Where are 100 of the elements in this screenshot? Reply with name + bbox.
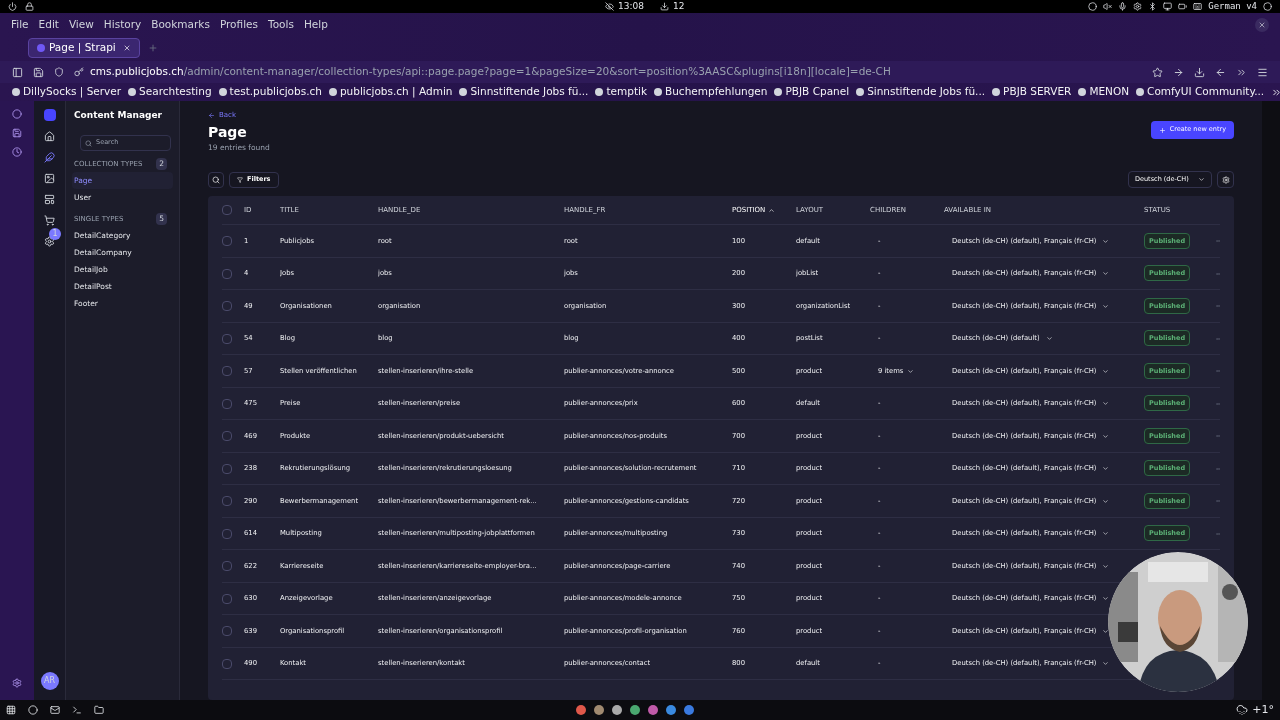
dropdown-icon [1045, 335, 1053, 342]
panel-icon [12, 128, 22, 138]
row-checkbox[interactable] [222, 333, 232, 344]
feather-icon [44, 152, 55, 163]
new-tab-icon [148, 43, 158, 53]
weather-temperature: +1° [1252, 701, 1274, 718]
bookmark[interactable]: test.publicjobs.ch [218, 84, 322, 100]
keyboard-icon [1193, 2, 1203, 11]
terminal-icon [72, 705, 82, 715]
notification-badge: 1 [49, 228, 61, 240]
menu-item[interactable]: History [103, 17, 142, 33]
dropdown-icon [907, 367, 915, 375]
dropdown-icon [1102, 270, 1110, 277]
layout-icon [44, 194, 55, 205]
menu-item[interactable]: File [11, 17, 29, 33]
row-checkbox[interactable] [222, 528, 232, 539]
bookmark[interactable]: Buchempfehlungen [654, 84, 768, 100]
menu-item[interactable]: Profiles [219, 17, 258, 33]
close-tab-icon [123, 44, 131, 52]
bookmark[interactable]: ComfyUI Community... [1136, 84, 1265, 100]
row-checkbox[interactable] [222, 658, 232, 669]
media-icon [44, 173, 55, 184]
mail-icon [50, 705, 60, 715]
dropdown-icon [1102, 400, 1110, 407]
close-window-button[interactable] [1255, 18, 1269, 32]
eye-icon [605, 2, 614, 11]
panel-title: Content Manager [73, 109, 163, 122]
row-checkbox[interactable] [222, 398, 232, 409]
mute-icon [1103, 2, 1113, 11]
back-arrow-icon [208, 111, 215, 119]
apps-icon [6, 705, 16, 715]
settings-icon [1221, 175, 1230, 184]
row-checkbox[interactable] [222, 561, 232, 571]
download-icon [659, 2, 669, 11]
row-checkbox[interactable] [222, 463, 232, 474]
power-icon [8, 2, 17, 11]
keyboard-layout: German v4 [1208, 0, 1257, 13]
dropdown-icon [1102, 660, 1110, 667]
select-all-checkbox[interactable] [222, 205, 232, 216]
bluetooth-icon [1148, 2, 1158, 11]
downloads-icon [1194, 66, 1205, 78]
bookmark[interactable]: publicjobs.ch | Admin [328, 84, 453, 100]
monitor-icon [1163, 2, 1173, 11]
row-checkbox[interactable] [222, 236, 232, 246]
battery-icon [1178, 2, 1188, 11]
row-checkbox[interactable] [222, 431, 232, 441]
row-checkbox[interactable] [222, 268, 232, 279]
dropdown-icon [1102, 302, 1110, 310]
row-checkbox[interactable] [222, 626, 232, 636]
row-checkbox[interactable] [222, 593, 232, 604]
dropdown-icon [1102, 367, 1110, 375]
search-button[interactable] [208, 171, 224, 188]
page-title: Page [208, 125, 248, 139]
chevron-icon [1198, 176, 1205, 184]
bookmark[interactable]: MENON [1078, 84, 1130, 100]
settings-icon [1133, 2, 1143, 11]
bookmark[interactable]: Sinnstiftende Jobs fü... [459, 84, 589, 100]
weather-icon [1236, 704, 1249, 716]
key-icon [74, 67, 84, 77]
strapi-logo-icon[interactable] [43, 109, 56, 121]
settings-button[interactable] [1217, 171, 1234, 189]
row-checkbox[interactable] [222, 301, 232, 311]
menu-item[interactable]: Tools [268, 17, 294, 33]
bookmark[interactable]: PBJB SERVER [992, 84, 1072, 100]
mic-icon [1118, 2, 1128, 11]
row-checkbox[interactable] [222, 366, 232, 376]
dropdown-icon [1102, 627, 1110, 635]
row-checkbox[interactable] [222, 496, 232, 506]
bookmark[interactable]: Sinnstiftende Jobs fü... [856, 84, 986, 100]
dropdown-icon [1102, 497, 1110, 505]
menu-item[interactable]: Help [303, 17, 328, 33]
dropdown-icon [1102, 237, 1110, 245]
sidebar-icon [12, 66, 23, 78]
history-icon [12, 147, 22, 157]
folder-icon [94, 705, 104, 715]
cart-icon [44, 215, 55, 226]
tab-favicon-icon [37, 44, 45, 52]
settings-icon [44, 236, 55, 247]
bookmark[interactable]: PBJB Cpanel [774, 84, 850, 100]
dropdown-icon [1102, 432, 1110, 440]
menu-icon [1257, 66, 1268, 78]
clock-time: 13:08 [618, 0, 644, 13]
back-icon [1215, 66, 1226, 78]
bookmark-star-icon [1152, 66, 1163, 78]
dropdown-icon [1102, 595, 1110, 602]
sort-icon [768, 206, 776, 214]
dropdown-icon [1102, 465, 1110, 472]
dropdown-icon [1102, 530, 1110, 537]
close-icon [1258, 21, 1266, 29]
bookmark[interactable]: Searchtesting [128, 84, 212, 100]
lock-icon [25, 2, 34, 11]
filter-icon [237, 176, 243, 183]
forward-icon [1173, 66, 1184, 78]
bookmark[interactable]: temptik [595, 84, 647, 100]
search-icon [85, 139, 92, 147]
menu-item[interactable]: View [68, 17, 94, 33]
menu-item[interactable]: Edit [38, 17, 59, 33]
browser-tab[interactable]: Page | Strapi [28, 38, 140, 58]
menu-item[interactable]: Bookmarks [151, 17, 210, 33]
bookmark[interactable]: DillySocks | Server [12, 84, 122, 100]
